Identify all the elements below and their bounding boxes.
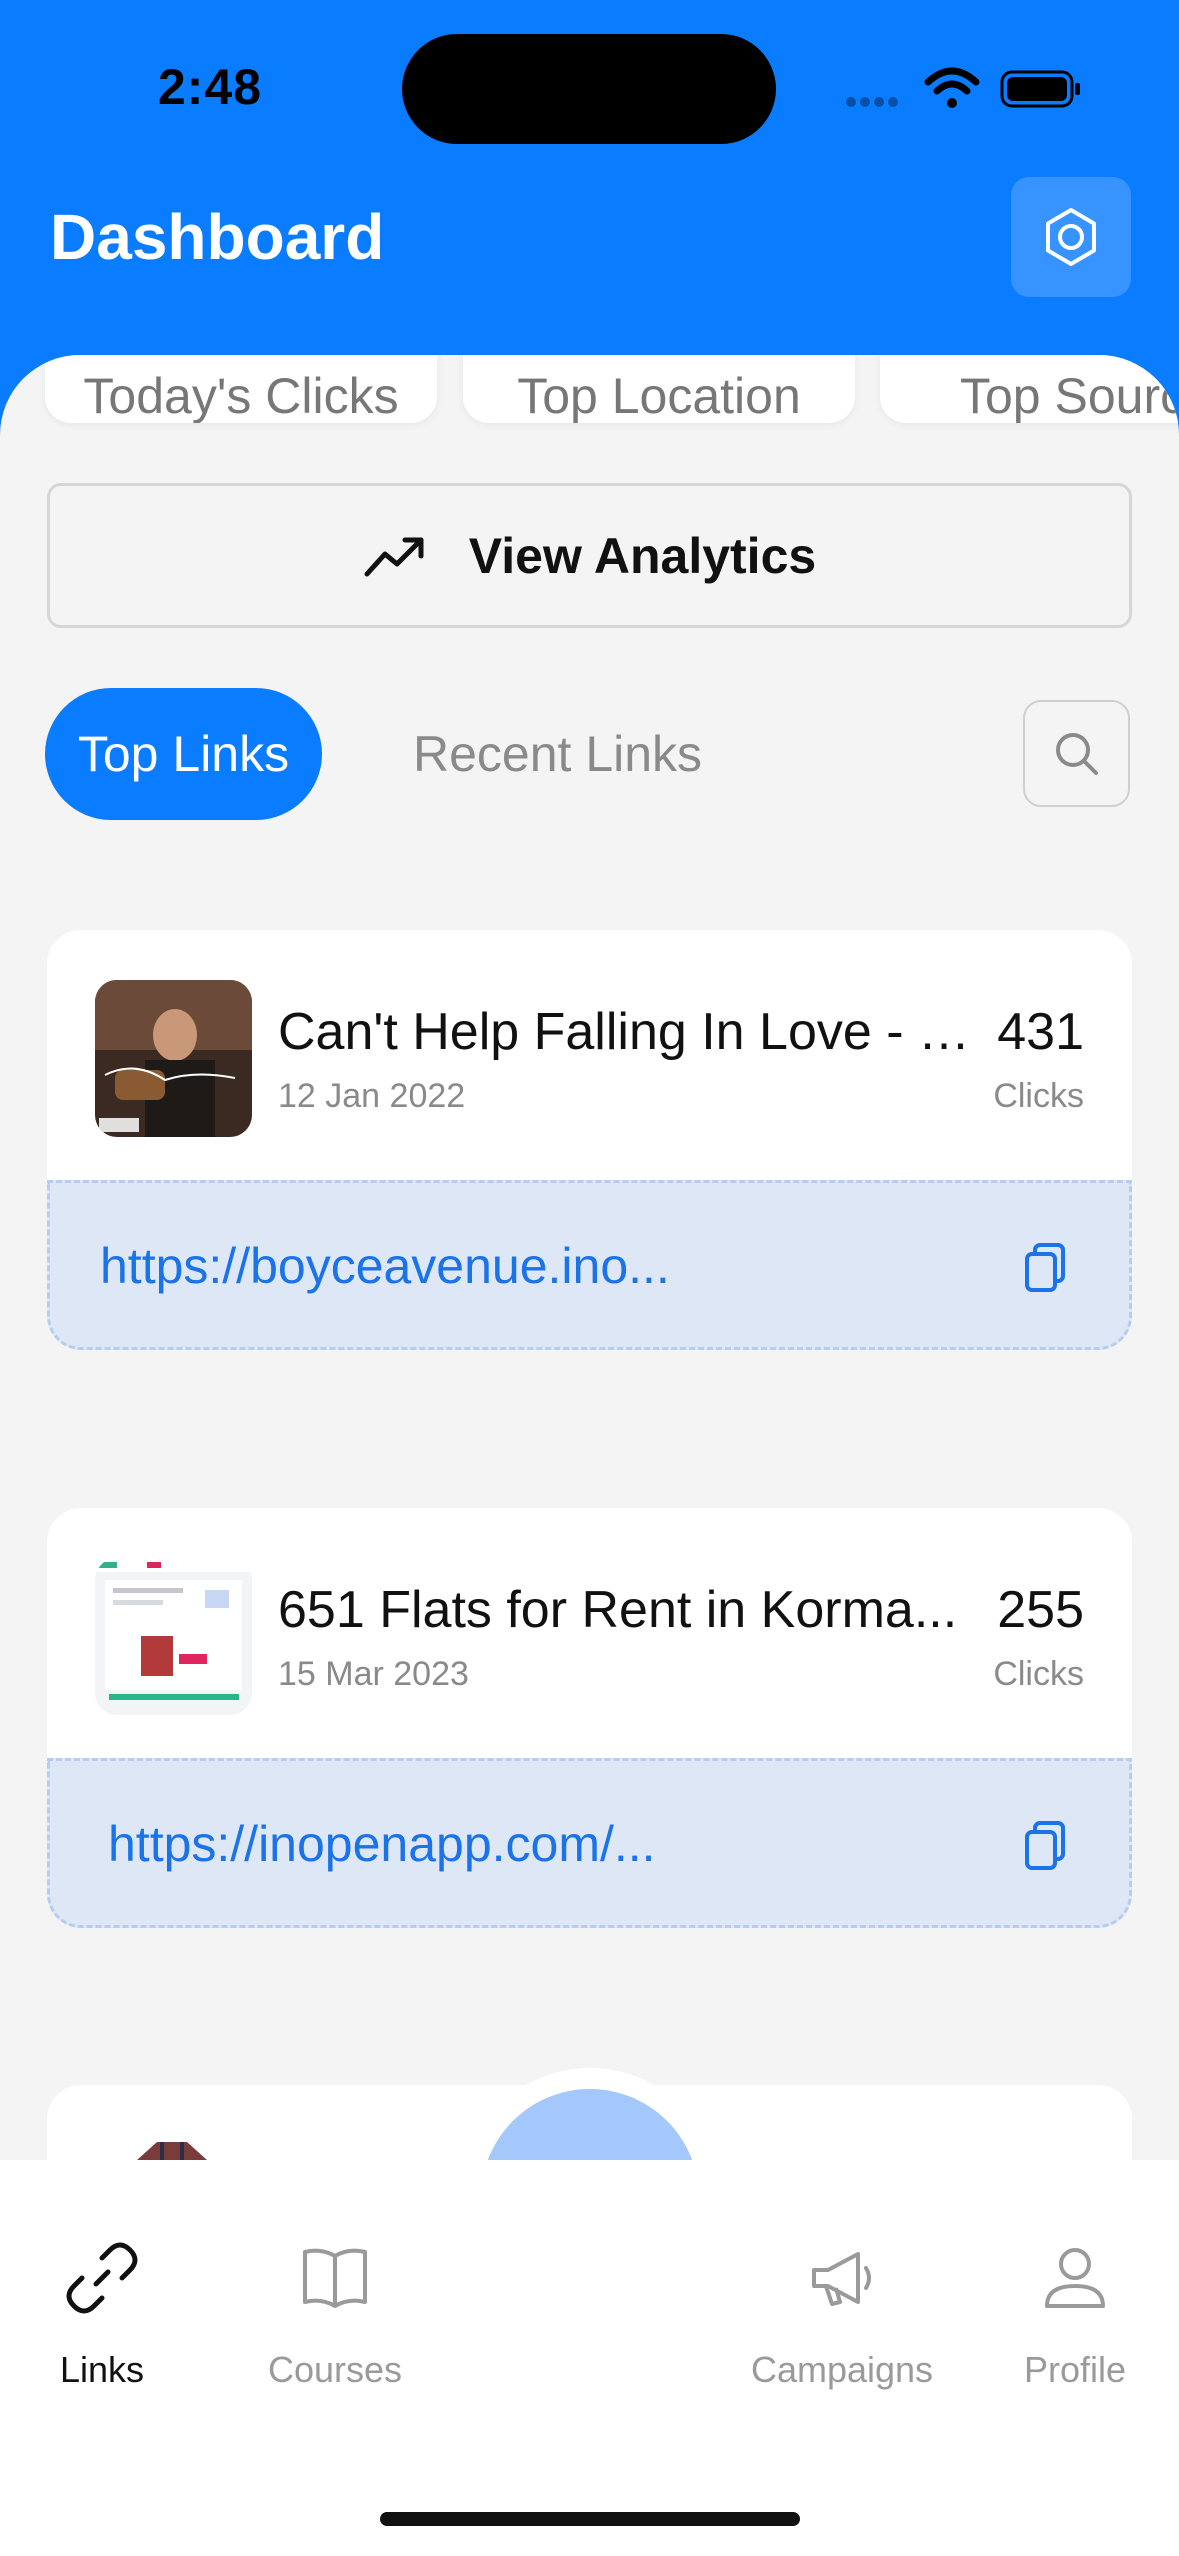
click-count: 255 (997, 1581, 1084, 1639)
tabbar-label: Courses (267, 2349, 403, 2390)
stat-label: Top Source (960, 368, 1179, 423)
link-card[interactable]: Can't Help Falling In Love - E... 12 Jan… (47, 930, 1132, 1350)
view-analytics-label: View Analytics (468, 527, 817, 584)
search-icon (1055, 732, 1098, 775)
stat-card-top-source[interactable]: Top Source (880, 355, 1179, 423)
link-card[interactable]: 651 Flats for Rent in Korma... 15 Mar 20… (47, 1508, 1132, 1928)
click-count: 431 (997, 1003, 1084, 1061)
tabbar-item-campaigns[interactable]: Campaigns (742, 2240, 942, 2391)
link-icon (66, 2242, 138, 2314)
stat-card-todays-clicks[interactable]: Today's Clicks (45, 355, 437, 423)
search-button[interactable] (1023, 700, 1130, 807)
stat-card-top-location[interactable]: Top Location (463, 355, 855, 423)
tabbar-item-profile[interactable]: Profile (975, 2240, 1175, 2391)
book-icon (303, 2248, 367, 2308)
short-link-strip[interactable]: https://inopenapp.com/... (47, 1758, 1132, 1928)
wifi-icon (924, 67, 980, 108)
hexagon-settings-icon (1046, 208, 1096, 266)
tabbar-label: Profile (1023, 2349, 1127, 2390)
link-date: 15 Mar 2023 (278, 1655, 469, 1693)
settings-button[interactable] (1011, 177, 1131, 297)
link-thumbnail (95, 1558, 252, 1715)
battery-icon (1000, 70, 1080, 108)
tabbar-item-links[interactable]: Links (2, 2240, 202, 2391)
bottom-tab-bar: Links Courses Campaigns Profile (0, 2160, 1179, 2556)
tabbar-label: Campaigns (750, 2349, 934, 2390)
short-link-url[interactable]: https://inopenapp.com/... (108, 1815, 656, 1873)
link-thumbnail (95, 980, 252, 1137)
stat-label: Today's Clicks (83, 368, 399, 423)
megaphone-icon (812, 2252, 871, 2306)
tab-recent-links[interactable]: Recent Links (413, 688, 702, 820)
click-count-label: Clicks (993, 1655, 1084, 1693)
view-analytics-button[interactable]: View Analytics (47, 483, 1132, 628)
status-time: 2:48 (158, 59, 263, 115)
tabbar-label: Links (59, 2349, 145, 2390)
copy-icon[interactable] (1021, 1819, 1069, 1871)
user-icon (1045, 2248, 1105, 2308)
page-title: Dashboard (50, 201, 385, 273)
short-link-url[interactable]: https://boyceavenue.ino... (100, 1237, 670, 1295)
link-title: 651 Flats for Rent in Korma... (278, 1581, 958, 1639)
status-bar: 2:48 (0, 0, 1179, 160)
click-count-label: Clicks (993, 1077, 1084, 1115)
dynamic-island (402, 34, 776, 144)
tabbar-item-courses[interactable]: Courses (235, 2240, 435, 2391)
stat-label: Top Location (517, 368, 801, 423)
main-content: Today's Clicks Top Location Top Source V… (0, 355, 1179, 2255)
link-card-body[interactable]: 651 Flats for Rent in Korma... 15 Mar 20… (47, 1508, 1132, 1758)
trending-up-icon (364, 537, 424, 576)
link-date: 12 Jan 2022 (278, 1077, 466, 1115)
copy-icon[interactable] (1021, 1241, 1069, 1293)
tab-top-links[interactable]: Top Links (45, 688, 322, 820)
link-card-body[interactable]: Can't Help Falling In Love - E... 12 Jan… (47, 930, 1132, 1180)
short-link-strip[interactable]: https://boyceavenue.ino... (47, 1180, 1132, 1350)
cellular-signal-icon (846, 94, 902, 112)
link-title: Can't Help Falling In Love - E... (278, 1003, 978, 1061)
home-indicator (380, 2512, 800, 2526)
